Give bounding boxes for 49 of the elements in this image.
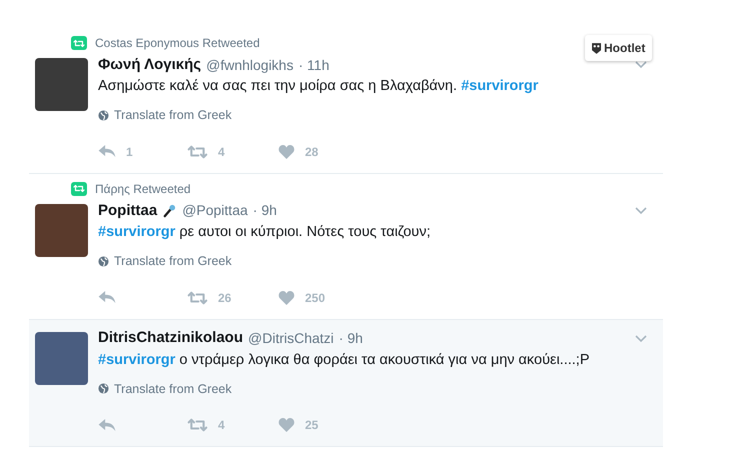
like-count: 25 [305, 417, 318, 434]
hootlet-badge[interactable]: Hootlet [585, 35, 652, 61]
avatar-photo [35, 204, 88, 257]
retweet-count: 4 [218, 417, 225, 434]
hashtag-link[interactable]: #survirorgr [98, 224, 176, 240]
tweet-text: #survirorgr ο ντράμερ λογικα θα φοράει τα ακουστικά για να μην ακούει....;P [98, 350, 590, 370]
author-handle: @Popittaa [182, 201, 248, 220]
tweet-time: · 9h [338, 329, 363, 348]
retweet-action-icon [187, 290, 208, 304]
globe-icon [98, 110, 109, 121]
like-count: 28 [305, 144, 318, 161]
avatar-photo [35, 332, 88, 384]
chevron-down-icon[interactable] [635, 334, 647, 342]
chevron-down-icon[interactable] [635, 61, 647, 69]
author-name[interactable]: Φωνή Λογικής [98, 54, 202, 76]
reply-icon[interactable] [98, 418, 116, 432]
avatar-photo [35, 58, 88, 111]
reply-icon[interactable] [98, 291, 116, 304]
tweet-time: · 9h [252, 201, 277, 220]
hashtag-link[interactable]: #survirorgr [461, 78, 538, 94]
author-name[interactable]: Popittaa [98, 200, 158, 222]
globe-icon [98, 256, 109, 267]
heart-icon[interactable] [278, 290, 295, 304]
author-handle: @DitrisChatzi [248, 329, 334, 348]
author-handle: @fwnhlogikhs [206, 56, 294, 75]
heart-icon[interactable] [278, 418, 295, 432]
retweet-action-icon [187, 418, 208, 432]
author-name[interactable]: DitrisChatzinikolaou [98, 327, 244, 350]
retweeted-by-text: Costas Eponymous Retweeted [95, 35, 260, 52]
retweet-icon [73, 184, 85, 194]
hashtag-link[interactable]: #survirorgr [98, 352, 176, 368]
globe-icon [98, 383, 109, 394]
reply-count: 1 [126, 144, 133, 161]
translate-link[interactable]: Translate from Greek [114, 380, 232, 398]
chevron-down-icon[interactable] [635, 206, 647, 215]
tweet-time: · 11h [298, 56, 330, 74]
translate-link[interactable]: Translate from Greek [114, 106, 232, 125]
reply-icon[interactable] [98, 145, 116, 158]
retweet-count: 26 [218, 290, 232, 306]
retweet-action-icon [187, 144, 208, 159]
retweeted-by-text: Πάρης Retweeted [95, 180, 191, 198]
heart-icon[interactable] [278, 144, 295, 159]
tweet-text: Ασημώστε καλέ να σας πει την μοίρα σας η Βλαχαβάνη. #survirorgr [98, 77, 540, 96]
hootlet-label: Hootlet [604, 40, 646, 57]
translate-link[interactable]: Translate from Greek [114, 252, 232, 270]
tweet-text: #survirorgr ρε αυτοι οι κύπριοι. Νότες τους ταιζουν; [98, 222, 432, 242]
retweet-icon [73, 38, 85, 48]
like-count: 250 [305, 290, 326, 306]
retweet-count: 4 [218, 144, 225, 161]
